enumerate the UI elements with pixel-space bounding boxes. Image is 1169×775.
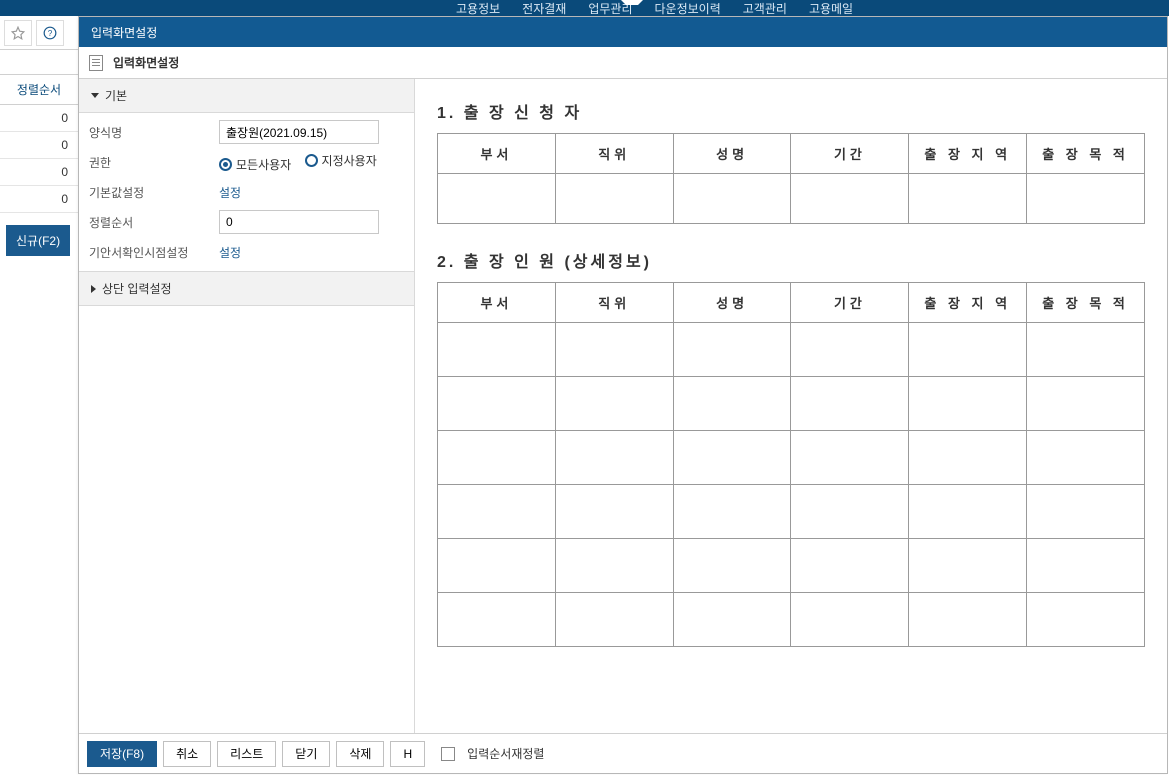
dialog-subtitle-bar: 입력화면설정 <box>79 47 1167 79</box>
delete-button[interactable]: 삭제 <box>336 741 384 767</box>
list-button[interactable]: 리스트 <box>217 741 276 767</box>
col-purpose: 출 장 목 적 <box>1027 283 1145 323</box>
nav-item[interactable]: 고객관리 <box>737 0 793 16</box>
reorder-checkbox[interactable] <box>441 747 455 761</box>
col-purpose: 출 장 목 적 <box>1027 134 1145 174</box>
top-nav-bar: 고용정보 전자결재 업무관리 다운정보이력 고객관리 고용메일 <box>0 0 1169 16</box>
radio-icon <box>305 154 318 167</box>
settings-dialog: 입력화면설정 입력화면설정 기본 양식명 권한 <box>78 16 1168 774</box>
group-top-label: 상단 입력설정 <box>102 280 172 297</box>
radio-icon <box>219 158 232 171</box>
default-set-label: 기본값설정 <box>89 184 219 201</box>
radio-selected-users[interactable]: 지정사용자 <box>305 152 377 169</box>
group-basic-label: 기본 <box>105 87 127 104</box>
dialog-subtitle: 입력화면설정 <box>113 54 179 71</box>
group-top-header[interactable]: 상단 입력설정 <box>79 271 414 306</box>
form-name-label: 양식명 <box>89 124 219 141</box>
col-period: 기간 <box>791 283 909 323</box>
chevron-down-icon <box>91 93 99 98</box>
background-left-panel: ? 정렬순서 0 0 0 0 신규(F2) <box>0 16 78 268</box>
nav-item[interactable]: 고용메일 <box>803 0 859 16</box>
radio-sel-label: 지정사용자 <box>322 152 377 169</box>
applicant-table: 부서 직위 성명 기간 출 장 지 역 출 장 목 적 <box>437 133 1145 224</box>
table-row[interactable] <box>438 377 1145 431</box>
document-icon <box>89 55 103 71</box>
save-button[interactable]: 저장(F8) <box>87 741 157 767</box>
bg-row: 0 <box>0 105 78 132</box>
detail-table: 부서 직위 성명 기간 출 장 지 역 출 장 목 적 <box>437 282 1145 647</box>
default-set-link[interactable]: 설정 <box>219 186 241 200</box>
sort-order-label: 정렬순서 <box>89 214 219 231</box>
property-panel: 기본 양식명 권한 모든사용자 지정사용 <box>79 79 415 733</box>
group-basic-header[interactable]: 기본 <box>79 79 414 113</box>
dialog-title: 입력화면설정 <box>91 24 157 41</box>
active-tab-indicator <box>620 0 644 5</box>
bg-row: 0 <box>0 132 78 159</box>
radio-all-label: 모든사용자 <box>236 156 291 173</box>
col-area: 출 장 지 역 <box>909 134 1027 174</box>
table-row[interactable] <box>438 174 1145 224</box>
h-button[interactable]: H <box>390 741 425 767</box>
cancel-button[interactable]: 취소 <box>163 741 211 767</box>
draft-set-label: 기안서확인시점설정 <box>89 244 219 261</box>
form-preview: 1. 출 장 신 청 자 부서 직위 성명 기간 출 장 지 역 출 장 목 적… <box>415 79 1167 733</box>
table-row[interactable] <box>438 539 1145 593</box>
section1-heading: 1. 출 장 신 청 자 <box>437 99 1145 123</box>
form-name-input[interactable] <box>219 120 379 144</box>
nav-item[interactable]: 다운정보이력 <box>649 0 727 16</box>
col-pos: 직위 <box>555 134 673 174</box>
table-row[interactable] <box>438 431 1145 485</box>
table-row[interactable] <box>438 485 1145 539</box>
bg-row: 0 <box>0 186 78 213</box>
sort-order-input[interactable] <box>219 210 379 234</box>
permission-label: 권한 <box>89 154 219 171</box>
col-dept: 부서 <box>438 134 556 174</box>
reorder-checkbox-label: 입력순서재정렬 <box>467 745 544 762</box>
col-name: 성명 <box>673 283 791 323</box>
svg-text:?: ? <box>48 28 53 37</box>
draft-set-link[interactable]: 설정 <box>219 246 241 260</box>
bg-sort-header: 정렬순서 <box>0 74 78 105</box>
col-dept: 부서 <box>438 283 556 323</box>
table-row[interactable] <box>438 323 1145 377</box>
col-area: 출 장 지 역 <box>909 283 1027 323</box>
close-button[interactable]: 닫기 <box>282 741 330 767</box>
nav-item[interactable]: 고용정보 <box>450 0 506 16</box>
dialog-title-bar: 입력화면설정 <box>79 17 1167 47</box>
help-button[interactable]: ? <box>36 20 64 46</box>
col-period: 기간 <box>791 134 909 174</box>
bg-row: 0 <box>0 159 78 186</box>
section2-heading: 2. 출 장 인 원 (상세정보) <box>437 248 1145 272</box>
favorite-button[interactable] <box>4 20 32 46</box>
new-button[interactable]: 신규(F2) <box>6 225 70 256</box>
chevron-right-icon <box>91 285 96 293</box>
radio-all-users[interactable]: 모든사용자 <box>219 156 291 173</box>
dialog-footer: 저장(F8) 취소 리스트 닫기 삭제 H 입력순서재정렬 <box>79 733 1167 773</box>
help-icon: ? <box>43 26 57 40</box>
col-name: 성명 <box>673 134 791 174</box>
table-row[interactable] <box>438 593 1145 647</box>
col-pos: 직위 <box>555 283 673 323</box>
nav-item[interactable]: 전자결재 <box>516 0 572 16</box>
star-icon <box>11 26 25 40</box>
